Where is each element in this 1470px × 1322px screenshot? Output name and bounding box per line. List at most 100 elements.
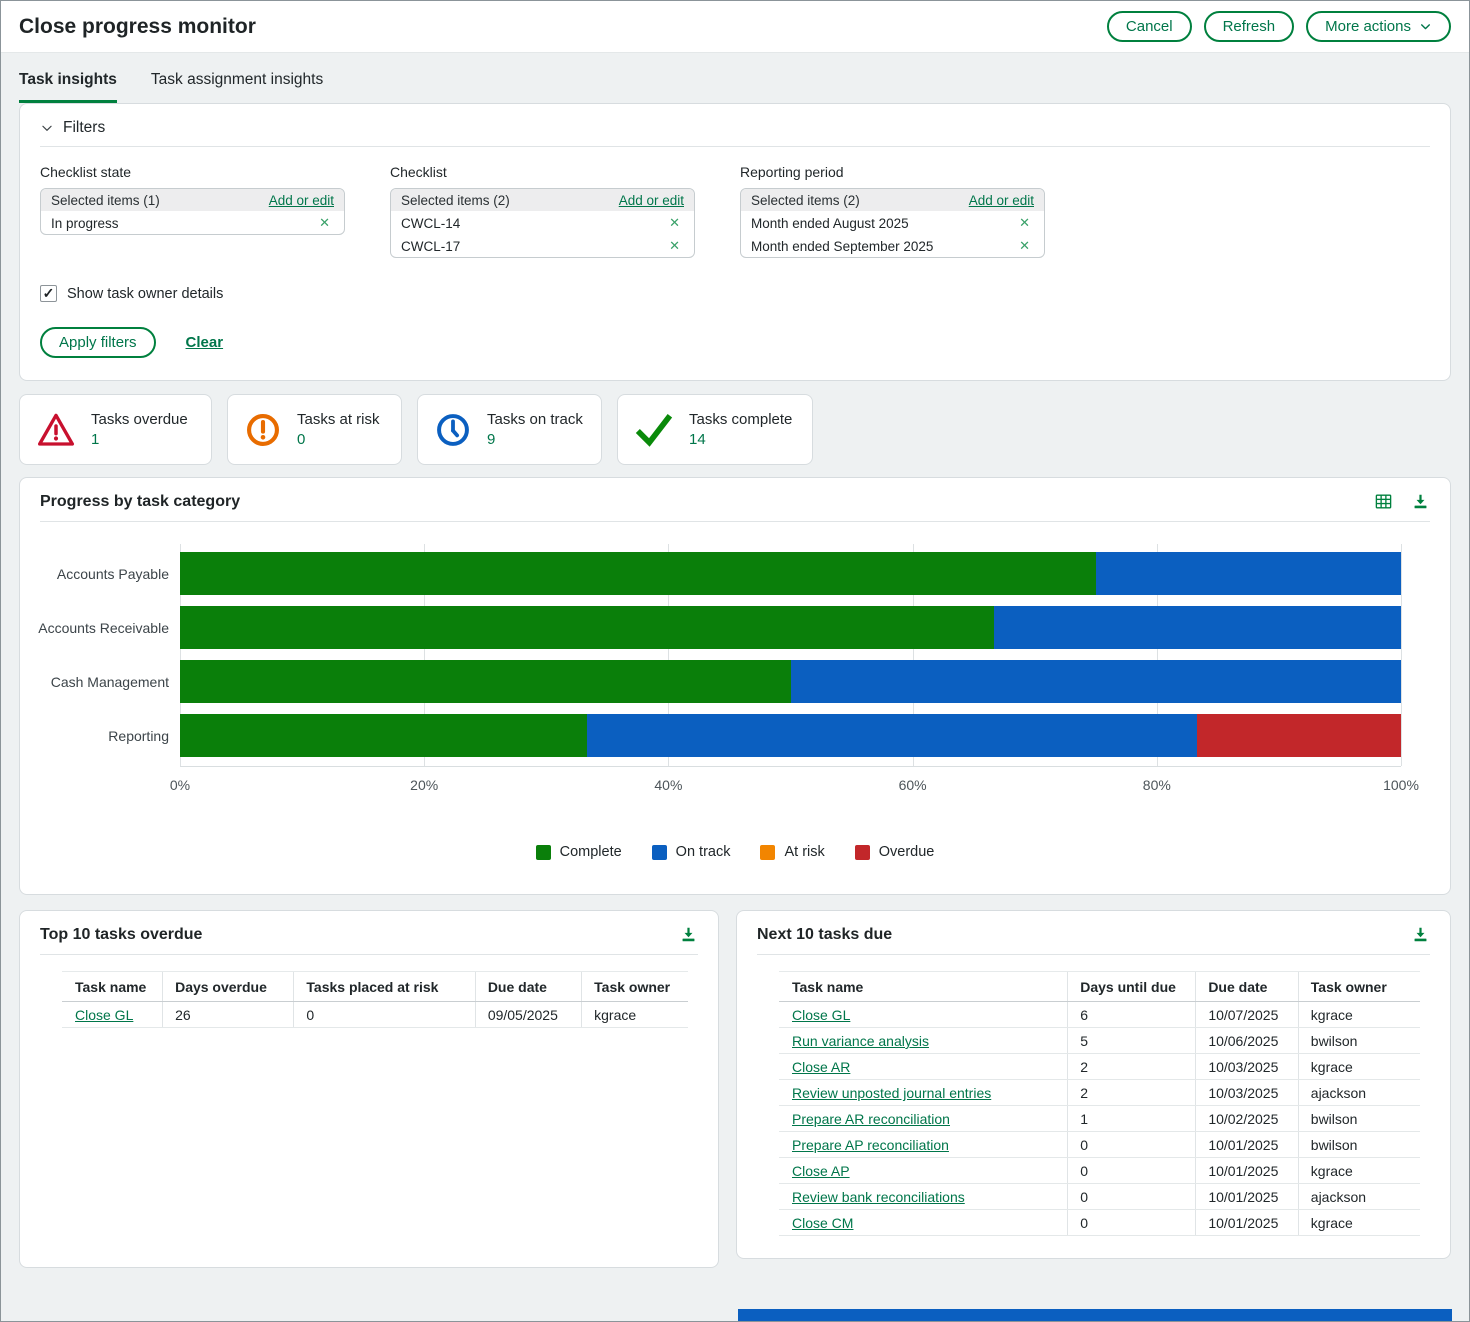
cancel-button-label: Cancel bbox=[1126, 18, 1173, 35]
table-cell: 0 bbox=[1068, 1184, 1196, 1210]
task-link[interactable]: Review unposted journal entries bbox=[792, 1085, 991, 1101]
download-icon[interactable] bbox=[679, 925, 698, 944]
task-link[interactable]: Review bank reconciliations bbox=[792, 1189, 965, 1205]
top-overdue-table: Task nameDays overdueTasks placed at ris… bbox=[62, 971, 688, 1028]
table-row: Prepare AP reconciliation010/01/2025bwil… bbox=[780, 1132, 1421, 1158]
task-name-cell: Run variance analysis bbox=[780, 1028, 1068, 1054]
task-link[interactable]: Close CM bbox=[792, 1215, 853, 1231]
remove-filter-icon[interactable]: ✕ bbox=[1015, 238, 1034, 254]
bar-accounts-payable bbox=[180, 552, 1401, 595]
cancel-button[interactable]: Cancel bbox=[1107, 11, 1192, 42]
bar-segment-complete[interactable] bbox=[180, 552, 1096, 595]
chart-header: Progress by task category bbox=[40, 478, 1430, 522]
show-task-owner-details-checkbox[interactable]: ✓ bbox=[40, 285, 57, 302]
table-cell: 10/01/2025 bbox=[1196, 1132, 1298, 1158]
x-axis-tick-label: 80% bbox=[1143, 777, 1171, 793]
remove-filter-icon[interactable]: ✕ bbox=[665, 215, 684, 231]
selected-filter-item: In progress✕ bbox=[41, 211, 344, 234]
table-cell: 0 bbox=[294, 1002, 475, 1028]
bar-segment-on-track[interactable] bbox=[587, 714, 1198, 757]
bar-segment-on-track[interactable] bbox=[994, 606, 1401, 649]
tab-task-assignment-insights[interactable]: Task assignment insights bbox=[151, 71, 323, 103]
column-header: Task name bbox=[63, 972, 163, 1002]
add-or-edit-link[interactable]: Add or edit bbox=[269, 193, 334, 208]
table-cell: kgrace bbox=[1298, 1054, 1420, 1080]
task-link[interactable]: Close AP bbox=[792, 1163, 850, 1179]
table-cell: 10/01/2025 bbox=[1196, 1184, 1298, 1210]
task-link[interactable]: Prepare AP reconciliation bbox=[792, 1137, 949, 1153]
add-or-edit-link[interactable]: Add or edit bbox=[969, 193, 1034, 208]
stat-value: 9 bbox=[487, 431, 583, 448]
table-cell: kgrace bbox=[1298, 1002, 1420, 1028]
stat-value: 0 bbox=[297, 431, 380, 448]
task-link[interactable]: Run variance analysis bbox=[792, 1033, 929, 1049]
table-row: Close AP010/01/2025kgrace bbox=[780, 1158, 1421, 1184]
remove-filter-icon[interactable]: ✕ bbox=[315, 215, 334, 231]
table-row: Close CM010/01/2025kgrace bbox=[780, 1210, 1421, 1236]
task-link[interactable]: Close AR bbox=[792, 1059, 850, 1075]
refresh-button[interactable]: Refresh bbox=[1204, 11, 1295, 42]
bar-segment-overdue[interactable] bbox=[1197, 714, 1401, 757]
task-link[interactable]: Close GL bbox=[792, 1007, 850, 1023]
filter-group-label: Checklist state bbox=[40, 164, 345, 180]
chevron-down-icon bbox=[1419, 20, 1432, 33]
stat-label: Tasks complete bbox=[689, 411, 792, 428]
table-row: Review bank reconciliations010/01/2025aj… bbox=[780, 1184, 1421, 1210]
column-header: Due date bbox=[1196, 972, 1298, 1002]
bar-segment-on-track[interactable] bbox=[1096, 552, 1401, 595]
chevron-down-icon bbox=[40, 121, 54, 135]
chart-category-labels: Accounts PayableAccounts ReceivableCash … bbox=[38, 544, 180, 768]
filters-header[interactable]: Filters bbox=[40, 104, 1430, 147]
task-link[interactable]: Prepare AR reconciliation bbox=[792, 1111, 950, 1127]
table-cell: 2 bbox=[1068, 1054, 1196, 1080]
next-due-title: Next 10 tasks due bbox=[757, 926, 892, 944]
column-header: Due date bbox=[475, 972, 581, 1002]
bar-segment-complete[interactable] bbox=[180, 714, 587, 757]
check-icon bbox=[634, 410, 674, 450]
apply-filters-button[interactable]: Apply filters bbox=[40, 327, 156, 358]
stat-card-tasks-complete: Tasks complete 14 bbox=[617, 394, 813, 465]
add-or-edit-link[interactable]: Add or edit bbox=[619, 193, 684, 208]
bar-segment-complete[interactable] bbox=[180, 606, 994, 649]
page-header: Close progress monitor Cancel Refresh Mo… bbox=[1, 1, 1469, 53]
table-view-icon[interactable] bbox=[1374, 492, 1393, 511]
selected-filter-item: Month ended August 2025✕ bbox=[741, 211, 1044, 234]
table-cell: kgrace bbox=[582, 1002, 688, 1028]
table-header-row: Task nameDays until dueDue dateTask owne… bbox=[780, 972, 1421, 1002]
more-actions-label: More actions bbox=[1325, 18, 1411, 35]
show-task-owner-details-row: ✓ Show task owner details bbox=[40, 285, 1430, 302]
more-actions-button[interactable]: More actions bbox=[1306, 11, 1451, 42]
tab-task-insights[interactable]: Task insights bbox=[19, 71, 117, 103]
chart-category-label: Accounts Payable bbox=[38, 552, 180, 595]
task-name-cell: Close CM bbox=[780, 1210, 1068, 1236]
clear-filters-link[interactable]: Clear bbox=[186, 334, 224, 351]
column-header: Task owner bbox=[1298, 972, 1420, 1002]
column-header: Days overdue bbox=[163, 972, 294, 1002]
table-cell: 26 bbox=[163, 1002, 294, 1028]
next-due-panel: Next 10 tasks due Task nameDays until du… bbox=[736, 910, 1451, 1259]
chart-category-label: Cash Management bbox=[38, 660, 180, 703]
selected-items-count: Selected items (1) bbox=[51, 193, 160, 208]
selected-items-count: Selected items (2) bbox=[401, 193, 510, 208]
remove-filter-icon[interactable]: ✕ bbox=[1015, 215, 1034, 231]
table-row: Run variance analysis510/06/2025bwilson bbox=[780, 1028, 1421, 1054]
download-icon[interactable] bbox=[1411, 492, 1430, 511]
table-cell: kgrace bbox=[1298, 1158, 1420, 1184]
x-axis-tick-label: 20% bbox=[410, 777, 438, 793]
task-link[interactable]: Close GL bbox=[75, 1007, 133, 1023]
remove-filter-icon[interactable]: ✕ bbox=[665, 238, 684, 254]
bar-segment-complete[interactable] bbox=[180, 660, 791, 703]
bar-chart: Accounts PayableAccounts ReceivableCash … bbox=[38, 544, 1401, 768]
legend-item-at-risk: At risk bbox=[760, 844, 824, 860]
x-axis-tick-label: 0% bbox=[170, 777, 190, 793]
bar-segment-on-track[interactable] bbox=[791, 660, 1402, 703]
header-actions: Cancel Refresh More actions bbox=[1107, 11, 1451, 42]
table-cell: kgrace bbox=[1298, 1210, 1420, 1236]
table-row: Review unposted journal entries210/03/20… bbox=[780, 1080, 1421, 1106]
task-name-cell: Review unposted journal entries bbox=[780, 1080, 1068, 1106]
chart-x-axis: 0%20%40%60%80%100% bbox=[38, 768, 1401, 798]
download-icon[interactable] bbox=[1411, 925, 1430, 944]
table-row: Close AR210/03/2025kgrace bbox=[780, 1054, 1421, 1080]
selected-items-box: Selected items (1) Add or edit In progre… bbox=[40, 188, 345, 235]
alert-circle-icon bbox=[244, 411, 282, 449]
